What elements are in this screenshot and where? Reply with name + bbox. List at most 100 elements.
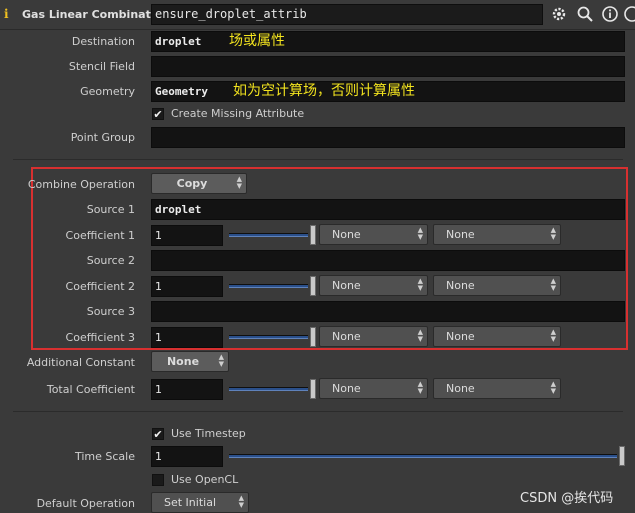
updown-arrow-icon: ▲ ▼ [417,328,423,343]
additional-constant-value: None [166,355,200,368]
destination-input[interactable]: droplet [151,31,625,52]
updown-arrow-icon: ▲ ▼ [218,353,224,368]
updown-arrow-icon: ▲ ▼ [417,380,423,395]
combine-operation-menu[interactable]: Copy ▲ ▼ [151,173,247,194]
point-group-value [152,131,155,144]
source1-value: droplet [155,203,202,216]
use-opencl-checkbox[interactable] [152,474,164,486]
source1-input[interactable]: droplet [151,199,625,220]
gear-icon[interactable] [550,5,568,23]
default-operation-value: Set Initial [164,496,216,509]
slider-handle[interactable] [310,327,316,347]
updown-arrow-icon: ▲ ▼ [550,277,556,292]
updown-arrow-icon: ▲ ▼ [417,277,423,292]
coefficient1-label: Coefficient 1 [65,229,135,242]
source2-input[interactable] [151,250,625,271]
section-divider [13,159,623,160]
coefficient2-value: 1 [155,280,162,293]
create-missing-checkbox[interactable]: ✔ [152,108,164,120]
coefficient3-value: 1 [155,331,162,344]
coefficient3-menu-b[interactable]: None ▲ ▼ [433,326,561,347]
node-type-label: Gas Linear Combination [22,8,170,21]
node-info-icon[interactable]: i [4,7,18,23]
source2-value [152,254,155,267]
slider-handle[interactable] [310,225,316,245]
updown-arrow-icon: ▲ ▼ [550,328,556,343]
additional-constant-label: Additional Constant [26,356,135,369]
coefficient3-input[interactable]: 1 [151,327,223,348]
stencil-field-value [152,60,155,73]
menu-b-value: None [446,228,475,241]
updown-arrow-icon: ▲ ▼ [550,226,556,241]
source3-input[interactable] [151,301,625,322]
coefficient3-label: Coefficient 3 [65,331,135,344]
time-scale-value: 1 [155,450,162,463]
use-opencl-label: Use OpenCL [171,473,239,486]
coefficient1-input[interactable]: 1 [151,225,223,246]
use-timestep-checkbox[interactable]: ✔ [152,428,164,440]
updown-arrow-icon: ▲ ▼ [238,494,244,509]
destination-value: droplet [155,35,202,48]
watermark: CSDN @挨代码 [520,491,614,506]
total-coefficient-input[interactable]: 1 [151,379,223,400]
coefficient3-menu-a[interactable]: None ▲ ▼ [319,326,428,347]
slider-handle[interactable] [619,446,625,466]
node-name-input[interactable]: ensure_droplet_attrib [151,4,543,25]
time-scale-label: Time Scale [74,450,135,463]
menu-b-value: None [446,382,475,395]
time-scale-slider[interactable] [229,446,625,467]
slider-handle[interactable] [310,379,316,399]
coefficient1-menu-b[interactable]: None ▲ ▼ [433,224,561,245]
coefficient3-slider[interactable] [229,327,316,348]
geometry-value: Geometry [155,85,208,98]
coefficient2-input[interactable]: 1 [151,276,223,297]
coefficient2-menu-a[interactable]: None ▲ ▼ [319,275,428,296]
menu-a-value: None [332,279,361,292]
source2-label: Source 2 [86,254,135,267]
coefficient1-value: 1 [155,229,162,242]
search-icon[interactable] [576,5,594,23]
total-coefficient-menu-b[interactable]: None ▲ ▼ [433,378,561,399]
info-icon[interactable] [601,5,619,23]
destination-label: Destination [71,35,135,48]
updown-arrow-icon: ▲ ▼ [550,380,556,395]
menu-a-value: None [332,330,361,343]
time-scale-input[interactable]: 1 [151,446,223,467]
coefficient1-slider[interactable] [229,225,316,246]
menu-a-value: None [332,228,361,241]
help-icon[interactable] [623,5,635,23]
source3-value [152,305,155,318]
node-name-text: ensure_droplet_attrib [155,7,307,21]
section-divider [13,411,623,412]
parameter-header: i Gas Linear Combination ensure_droplet_… [0,0,635,30]
additional-constant-menu[interactable]: None ▲ ▼ [151,351,229,372]
geometry-label: Geometry [80,85,135,98]
total-coefficient-slider[interactable] [229,379,316,400]
coefficient2-slider[interactable] [229,276,316,297]
combine-operation-value: Copy [176,177,208,190]
geometry-annotation: 如为空计算场，否则计算属性 [233,83,415,99]
stencil-field-label: Stencil Field [68,60,135,73]
coefficient2-label: Coefficient 2 [65,280,135,293]
stencil-field-input[interactable] [151,56,625,77]
menu-b-value: None [446,330,475,343]
total-coefficient-menu-a[interactable]: None ▲ ▼ [319,378,428,399]
point-group-label: Point Group [70,131,135,144]
combine-operation-label: Combine Operation [27,178,135,191]
updown-arrow-icon: ▲ ▼ [236,175,242,190]
slider-handle[interactable] [310,276,316,296]
total-coefficient-value: 1 [155,383,162,396]
menu-a-value: None [332,382,361,395]
default-operation-menu[interactable]: Set Initial ▲ ▼ [151,492,249,513]
use-timestep-label: Use Timestep [171,427,246,440]
source3-label: Source 3 [86,305,135,318]
destination-annotation: 场或属性 [229,33,285,49]
source1-label: Source 1 [86,203,135,216]
coefficient2-menu-b[interactable]: None ▲ ▼ [433,275,561,296]
create-missing-label: Create Missing Attribute [171,107,305,120]
total-coefficient-label: Total Coefficient [46,383,135,396]
coefficient1-menu-a[interactable]: None ▲ ▼ [319,224,428,245]
point-group-input[interactable] [151,127,625,148]
menu-b-value: None [446,279,475,292]
default-operation-label: Default Operation [36,497,135,510]
